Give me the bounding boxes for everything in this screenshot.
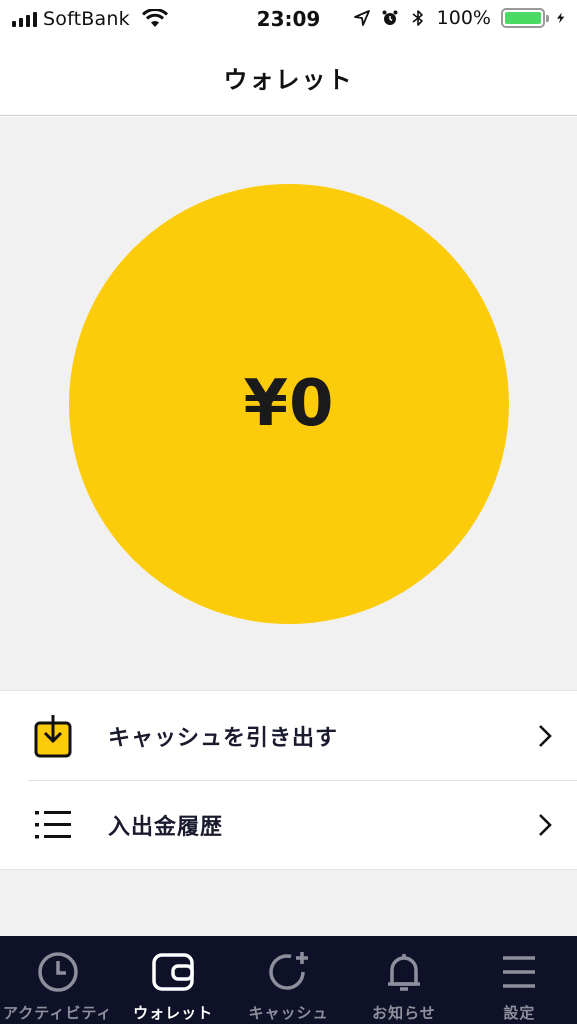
tab-cash[interactable]: キャッシュ [231, 936, 346, 1024]
tab-wallet[interactable]: ウォレット [115, 936, 230, 1024]
location-icon [353, 10, 370, 26]
wallet-menu: キャッシュを引き出す 入出金履歴 [0, 690, 577, 870]
withdraw-cash-row[interactable]: キャッシュを引き出す [0, 691, 577, 780]
transaction-history-row[interactable]: 入出金履歴 [0, 780, 577, 869]
list-icon [32, 802, 74, 848]
tab-label: 設定 [503, 1004, 536, 1022]
battery-fill [505, 12, 541, 24]
withdraw-cash-label: キャッシュを引き出す [108, 725, 339, 751]
bluetooth-icon [412, 10, 423, 26]
page-title: ウォレット [223, 66, 354, 94]
charging-icon [557, 12, 565, 24]
battery-percent: 100% [436, 7, 491, 29]
balance-amount: ¥0 [243, 367, 335, 441]
chevron-right-icon [539, 724, 552, 747]
transaction-history-label: 入出金履歴 [108, 814, 224, 840]
balance-circle: ¥0 [69, 184, 509, 624]
tab-label: アクティビティ [2, 1004, 113, 1022]
bell-icon [387, 954, 420, 991]
balance-area: ¥0 [0, 117, 577, 690]
cash-add-icon [268, 952, 308, 990]
tab-activity[interactable]: アクティビティ [0, 936, 115, 1024]
menu-icon [503, 956, 536, 988]
tab-label: ウォレット [133, 1004, 214, 1022]
status-right: 100% [353, 7, 567, 29]
tab-label: キャッシュ [248, 1004, 329, 1022]
battery-icon [501, 8, 549, 28]
tab-label: お知らせ [372, 1004, 436, 1022]
content-spacer [0, 870, 577, 936]
status-bar: SoftBank 23:09 100% [0, 0, 577, 40]
nav-header: ウォレット [0, 40, 577, 116]
wallet-icon [152, 953, 194, 991]
withdraw-icon [32, 713, 74, 759]
alarm-icon [382, 10, 398, 25]
clock-icon [37, 952, 78, 992]
chevron-right-icon [539, 813, 552, 836]
tab-bar: アクティビティ ウォレット キャッシュ お知らせ 設定 [0, 936, 577, 1024]
tab-settings[interactable]: 設定 [462, 936, 577, 1024]
tab-notifications[interactable]: お知らせ [346, 936, 461, 1024]
